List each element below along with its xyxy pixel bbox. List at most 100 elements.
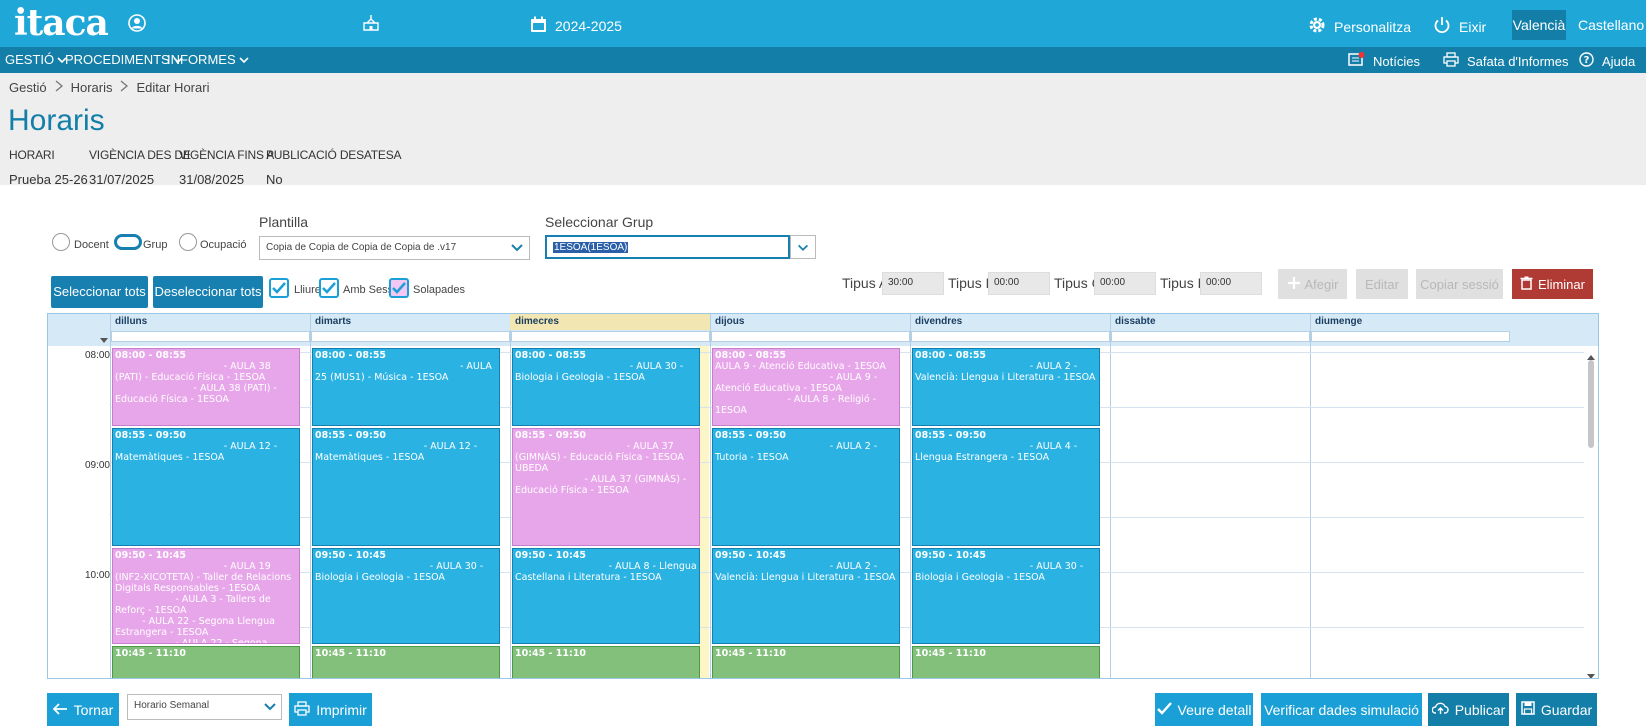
checkbox-amb-sessio[interactable] [319, 278, 339, 298]
session-block[interactable]: 08:00 - 08:55 - AULA 30 - Biologia i Geo… [512, 348, 700, 426]
itaca-logo[interactable]: itaca [14, 2, 109, 44]
view-detail-button[interactable]: Veure detall [1155, 693, 1253, 726]
tipus-d-input[interactable]: 00:00 [1200, 272, 1262, 295]
day-filter-row[interactable] [911, 331, 1110, 342]
header-menu-icon[interactable] [100, 332, 108, 347]
deselect-all-button[interactable]: Deseleccionar tots [153, 276, 263, 308]
day-filter-row[interactable] [111, 331, 310, 342]
session-time: 08:00 - 08:55 [915, 350, 987, 361]
session-block[interactable]: 08:55 - 09:50 - AULA 37 (GIMNÀS) - Educa… [512, 428, 700, 546]
session-block[interactable]: 10:45 - 11:10 [312, 646, 500, 678]
verify-simulation-button[interactable]: Verificar dades simulació [1261, 693, 1422, 726]
calendar-icon [530, 16, 547, 36]
scrollbar-thumb[interactable] [1588, 360, 1594, 448]
session-time: 09:50 - 10:45 [915, 550, 987, 561]
info-header-publicacio: PUBLICACIÓ DESATESA [266, 148, 402, 162]
school-icon[interactable] [362, 14, 380, 32]
chevron-down-icon[interactable] [509, 240, 525, 256]
radio-docent[interactable] [52, 233, 70, 251]
day-filter-row[interactable] [711, 331, 910, 342]
session-block[interactable]: 10:45 - 11:10 [512, 646, 700, 678]
view-detail-label: Veure detall [1177, 701, 1252, 718]
select-all-button[interactable]: Seleccionar tots [51, 276, 148, 308]
chevron-down-icon[interactable] [262, 699, 278, 718]
copy-session-button[interactable]: Copiar sessió [1416, 269, 1503, 299]
session-block[interactable]: 10:45 - 11:10 [912, 646, 1100, 678]
session-block[interactable]: 08:00 - 08:55 AULA 9 - Atenció Educativa … [712, 348, 900, 426]
radio-grup[interactable] [114, 234, 142, 250]
back-button[interactable]: Tornar [47, 693, 119, 726]
day-header-wednesday[interactable]: dimecres [515, 316, 559, 327]
header-panel [0, 73, 1646, 185]
day-header-monday[interactable]: dilluns [115, 316, 147, 327]
grup-dropdown-button[interactable] [790, 235, 816, 259]
session-block[interactable]: 08:55 - 09:50 - AULA 12 - Matemàtiques -… [312, 428, 500, 546]
session-block[interactable]: 08:55 - 09:50 - AULA 12 - Matemàtiques -… [112, 428, 300, 546]
user-icon[interactable] [128, 14, 146, 32]
grup-select-input[interactable]: 1ESOA(1ESOA) [545, 235, 790, 259]
add-session-button[interactable]: Afegir [1278, 269, 1347, 299]
session-block[interactable]: 08:00 - 08:55 - AULA 2 - Valencià: Lleng… [912, 348, 1100, 426]
breadcrumb-item-gestio[interactable]: Gestió [9, 80, 47, 95]
grup-value: 1ESOA(1ESOA) [553, 242, 629, 253]
report-tray-label: Safata d'Informes [1467, 53, 1569, 69]
session-block[interactable]: 09:50 - 10:45 - AULA 19 (INF2-XICOTETA) … [112, 548, 300, 644]
report-tray-link[interactable]: Safata d'Informes [1443, 52, 1568, 70]
tipus-c-input[interactable]: 00:00 [1094, 272, 1156, 295]
tipus-a-input[interactable]: 30:00 [882, 272, 944, 295]
day-filter-row[interactable] [311, 331, 510, 342]
column-divider [510, 314, 511, 678]
day-header-tuesday[interactable]: dimarts [315, 316, 351, 327]
publish-button[interactable]: Publicar [1428, 693, 1509, 726]
edit-session-button[interactable]: Editar [1356, 269, 1408, 299]
session-time: 10:45 - 11:10 [915, 648, 987, 659]
day-filter-row[interactable] [1311, 331, 1510, 342]
view-mode-select[interactable]: Horario Semanal [127, 694, 282, 720]
session-block[interactable]: 08:55 - 09:50 - AULA 4 - Llengua Estrang… [912, 428, 1100, 546]
menu-procediments[interactable]: PROCEDIMENTS [65, 52, 183, 67]
breadcrumb: Gestió Horaris Editar Horari [9, 80, 209, 95]
help-link[interactable]: ? Ajuda [1579, 52, 1635, 70]
exit-button[interactable]: Eixir [1433, 16, 1486, 37]
plantilla-select[interactable]: Copia de Copia de Copia de Copia de .v17 [259, 236, 530, 260]
breadcrumb-item-horaris[interactable]: Horaris [71, 80, 113, 95]
personalize-button[interactable]: Personalitza [1308, 16, 1411, 37]
day-header-saturday[interactable]: dissabte [1115, 316, 1156, 327]
menu-gestio[interactable]: GESTIÓ [5, 52, 67, 67]
news-link[interactable]: Notícies [1348, 52, 1420, 70]
menu-informes[interactable]: INFORMES [167, 52, 249, 67]
session-block[interactable]: 09:50 - 10:45 - AULA 2 - Valencià: Lleng… [712, 548, 900, 644]
day-header-sunday[interactable]: diumenge [1315, 316, 1362, 327]
school-year-label: 2024-2025 [555, 18, 622, 34]
day-filter-row[interactable] [511, 331, 710, 342]
session-block[interactable]: 08:55 - 09:50 - AULA 2 - Tutoria - 1ESOA [712, 428, 900, 546]
day-header-friday[interactable]: divendres [915, 316, 962, 327]
calendar-scrollbar[interactable] [1584, 346, 1598, 678]
save-icon [1521, 701, 1535, 718]
power-icon [1433, 16, 1451, 37]
session-block[interactable]: 08:00 - 08:55 - AULA 38 (PATI) - Educaci… [112, 348, 300, 426]
checkbox-solapades[interactable] [389, 278, 409, 298]
session-block[interactable]: 10:45 - 11:10 [712, 646, 900, 678]
language-valencia-button[interactable]: Valencià [1512, 10, 1566, 40]
radio-ocupacio[interactable] [179, 233, 197, 251]
scroll-down-icon[interactable] [1587, 668, 1595, 678]
tipus-b-input[interactable]: 00:00 [988, 272, 1050, 295]
school-year[interactable]: 2024-2025 [530, 16, 622, 36]
session-block[interactable]: 09:50 - 10:45 - AULA 8 - Llengua Castell… [512, 548, 700, 644]
day-header-thursday[interactable]: dijous [715, 316, 744, 327]
delete-session-button[interactable]: Eliminar [1512, 269, 1593, 299]
session-block[interactable]: 09:50 - 10:45 - AULA 30 - Biologia i Geo… [912, 548, 1100, 644]
session-block[interactable]: 08:00 - 08:55 - AULA 25 (MUS1) - Música … [312, 348, 500, 426]
save-button[interactable]: Guardar [1516, 693, 1597, 726]
column-divider [910, 314, 911, 678]
session-block[interactable]: 09:50 - 10:45 - AULA 30 - Biologia i Geo… [312, 548, 500, 644]
radio-docent-label: Docent [74, 239, 109, 251]
news-label: Notícies [1373, 53, 1420, 69]
checkbox-lliure[interactable] [269, 278, 289, 298]
print-button[interactable]: Imprimir [289, 693, 372, 726]
exit-label: Eixir [1459, 18, 1487, 35]
day-filter-row[interactable] [1111, 331, 1310, 342]
language-castellano-button[interactable]: Castellano [1578, 17, 1644, 33]
session-block[interactable]: 10:45 - 11:10 [112, 646, 300, 678]
